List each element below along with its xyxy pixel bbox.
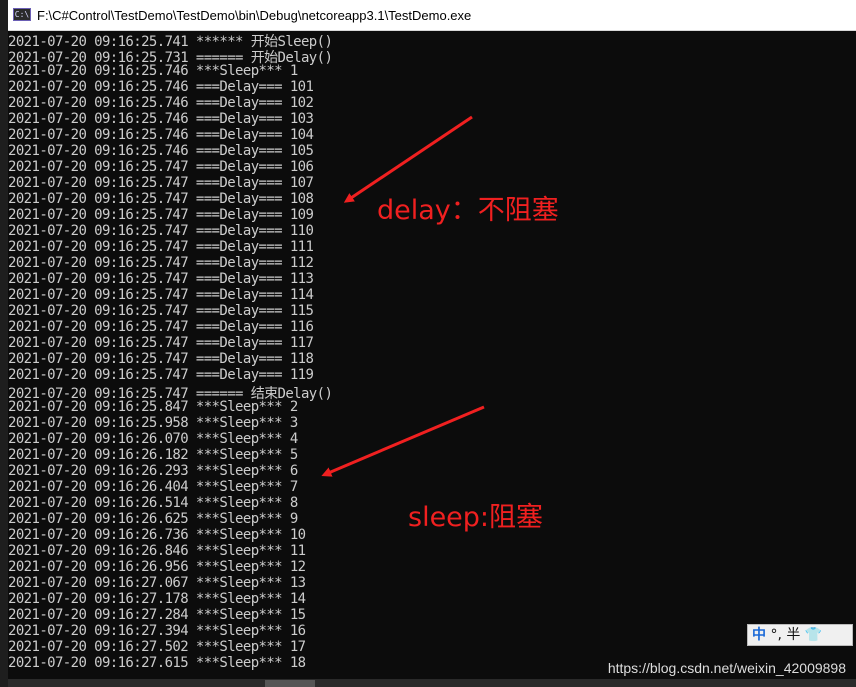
console-line: 2021-07-20 09:16:25.746 ===Delay=== 105 <box>8 143 314 159</box>
console-line: 2021-07-20 09:16:25.747 ===Delay=== 112 <box>8 255 314 271</box>
console-line: 2021-07-20 09:16:25.746 ===Delay=== 101 <box>8 79 314 95</box>
background-window-edge <box>0 0 8 687</box>
console-line: 2021-07-20 09:16:27.502 ***Sleep*** 17 <box>8 639 306 655</box>
console-output[interactable]: 2021-07-20 09:16:25.741 ****** 开始Sleep()… <box>8 31 856 679</box>
console-app-icon: C:\ <box>13 8 31 21</box>
sleep-annotation: sleep:阻塞 <box>408 502 544 533</box>
ime-punctuation-toggle[interactable]: °, <box>770 627 781 643</box>
console-line: 2021-07-20 09:16:25.747 ===Delay=== 114 <box>8 287 314 303</box>
ime-status-bar[interactable]: 中 °, 半 👕 <box>747 624 853 646</box>
horizontal-scrollbar[interactable] <box>0 679 856 687</box>
console-line: 2021-07-20 09:16:26.956 ***Sleep*** 12 <box>8 559 306 575</box>
console-line: 2021-07-20 09:16:27.284 ***Sleep*** 15 <box>8 607 306 623</box>
console-line: 2021-07-20 09:16:27.394 ***Sleep*** 16 <box>8 623 306 639</box>
console-line: 2021-07-20 09:16:25.746 ===Delay=== 102 <box>8 95 314 111</box>
shirt-icon[interactable]: 👕 <box>805 627 822 643</box>
delay-annotation: delay：不阻塞 <box>377 195 559 226</box>
console-line: 2021-07-20 09:16:25.958 ***Sleep*** 3 <box>8 415 298 431</box>
console-line: 2021-07-20 09:16:25.747 ===Delay=== 117 <box>8 335 314 351</box>
console-line: 2021-07-20 09:16:25.747 ===Delay=== 118 <box>8 351 314 367</box>
console-line: 2021-07-20 09:16:26.182 ***Sleep*** 5 <box>8 447 298 463</box>
console-line: 2021-07-20 09:16:25.747 ===Delay=== 106 <box>8 159 314 175</box>
console-line: 2021-07-20 09:16:25.746 ===Delay=== 104 <box>8 127 314 143</box>
console-line: 2021-07-20 09:16:25.741 ****** 开始Sleep() <box>8 34 333 50</box>
console-line: 2021-07-20 09:16:27.178 ***Sleep*** 14 <box>8 591 306 607</box>
console-line: 2021-07-20 09:16:25.747 ====== 结束Delay() <box>8 386 333 402</box>
watermark: https://blog.csdn.net/weixin_42009898 <box>607 660 846 676</box>
console-line: 2021-07-20 09:16:25.746 ***Sleep*** 1 <box>8 63 298 79</box>
console-line: 2021-07-20 09:16:25.747 ===Delay=== 116 <box>8 319 314 335</box>
ime-mode-toggle[interactable]: 中 <box>752 627 766 643</box>
console-line: 2021-07-20 09:16:27.067 ***Sleep*** 13 <box>8 575 306 591</box>
ime-width-toggle[interactable]: 半 <box>786 627 800 643</box>
console-line: 2021-07-20 09:16:25.747 ===Delay=== 113 <box>8 271 314 287</box>
console-line: 2021-07-20 09:16:25.731 ====== 开始Delay() <box>8 50 333 66</box>
console-line: 2021-07-20 09:16:26.293 ***Sleep*** 6 <box>8 463 298 479</box>
console-line: 2021-07-20 09:16:25.747 ===Delay=== 115 <box>8 303 314 319</box>
console-line: 2021-07-20 09:16:26.404 ***Sleep*** 7 <box>8 479 298 495</box>
window-title: F:\C#Control\TestDemo\TestDemo\bin\Debug… <box>37 8 472 23</box>
console-line: 2021-07-20 09:16:26.846 ***Sleep*** 11 <box>8 543 306 559</box>
console-line: 2021-07-20 09:16:25.746 ===Delay=== 103 <box>8 111 314 127</box>
console-line: 2021-07-20 09:16:26.070 ***Sleep*** 4 <box>8 431 298 447</box>
title-bar: C:\ F:\C#Control\TestDemo\TestDemo\bin\D… <box>0 0 856 31</box>
scrollbar-thumb[interactable] <box>265 680 315 687</box>
console-line: 2021-07-20 09:16:25.747 ===Delay=== 119 <box>8 367 314 383</box>
console-line: 2021-07-20 09:16:25.747 ===Delay=== 111 <box>8 239 314 255</box>
console-line: 2021-07-20 09:16:25.847 ***Sleep*** 2 <box>8 399 298 415</box>
